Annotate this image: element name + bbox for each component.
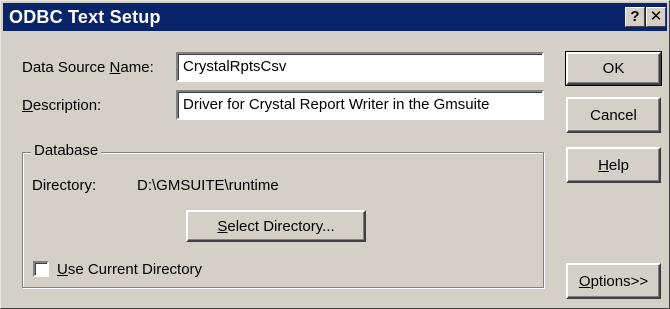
use-current-directory-label[interactable]: Use Current Directory (57, 261, 202, 278)
data-source-name-label: Data Source Name: (22, 59, 154, 76)
cancel-button[interactable]: Cancel (566, 97, 661, 133)
odbc-text-setup-dialog: ODBC Text Setup ? ✕ Data Source Name: Cr… (0, 0, 670, 309)
description-input[interactable]: Driver for Crystal Report Writer in the … (176, 90, 544, 120)
description-label: Description: (22, 97, 102, 114)
close-icon[interactable]: ✕ (646, 7, 666, 27)
use-current-directory-checkbox[interactable] (33, 261, 49, 277)
help-icon[interactable]: ? (625, 7, 645, 27)
select-directory-button[interactable]: Select Directory... (186, 210, 366, 242)
title-bar[interactable]: ODBC Text Setup ? ✕ (3, 3, 667, 31)
dialog-title: ODBC Text Setup (9, 7, 161, 27)
help-button[interactable]: Help (566, 147, 661, 183)
data-source-name-input[interactable]: CrystalRptsCsv (176, 52, 544, 82)
directory-value: D:\GMSUITE\runtime (137, 177, 279, 194)
ok-button[interactable]: OK (565, 51, 662, 86)
options-button[interactable]: Options>> (566, 263, 661, 299)
directory-label: Directory: (32, 177, 97, 194)
database-group-label: Database (31, 142, 102, 159)
